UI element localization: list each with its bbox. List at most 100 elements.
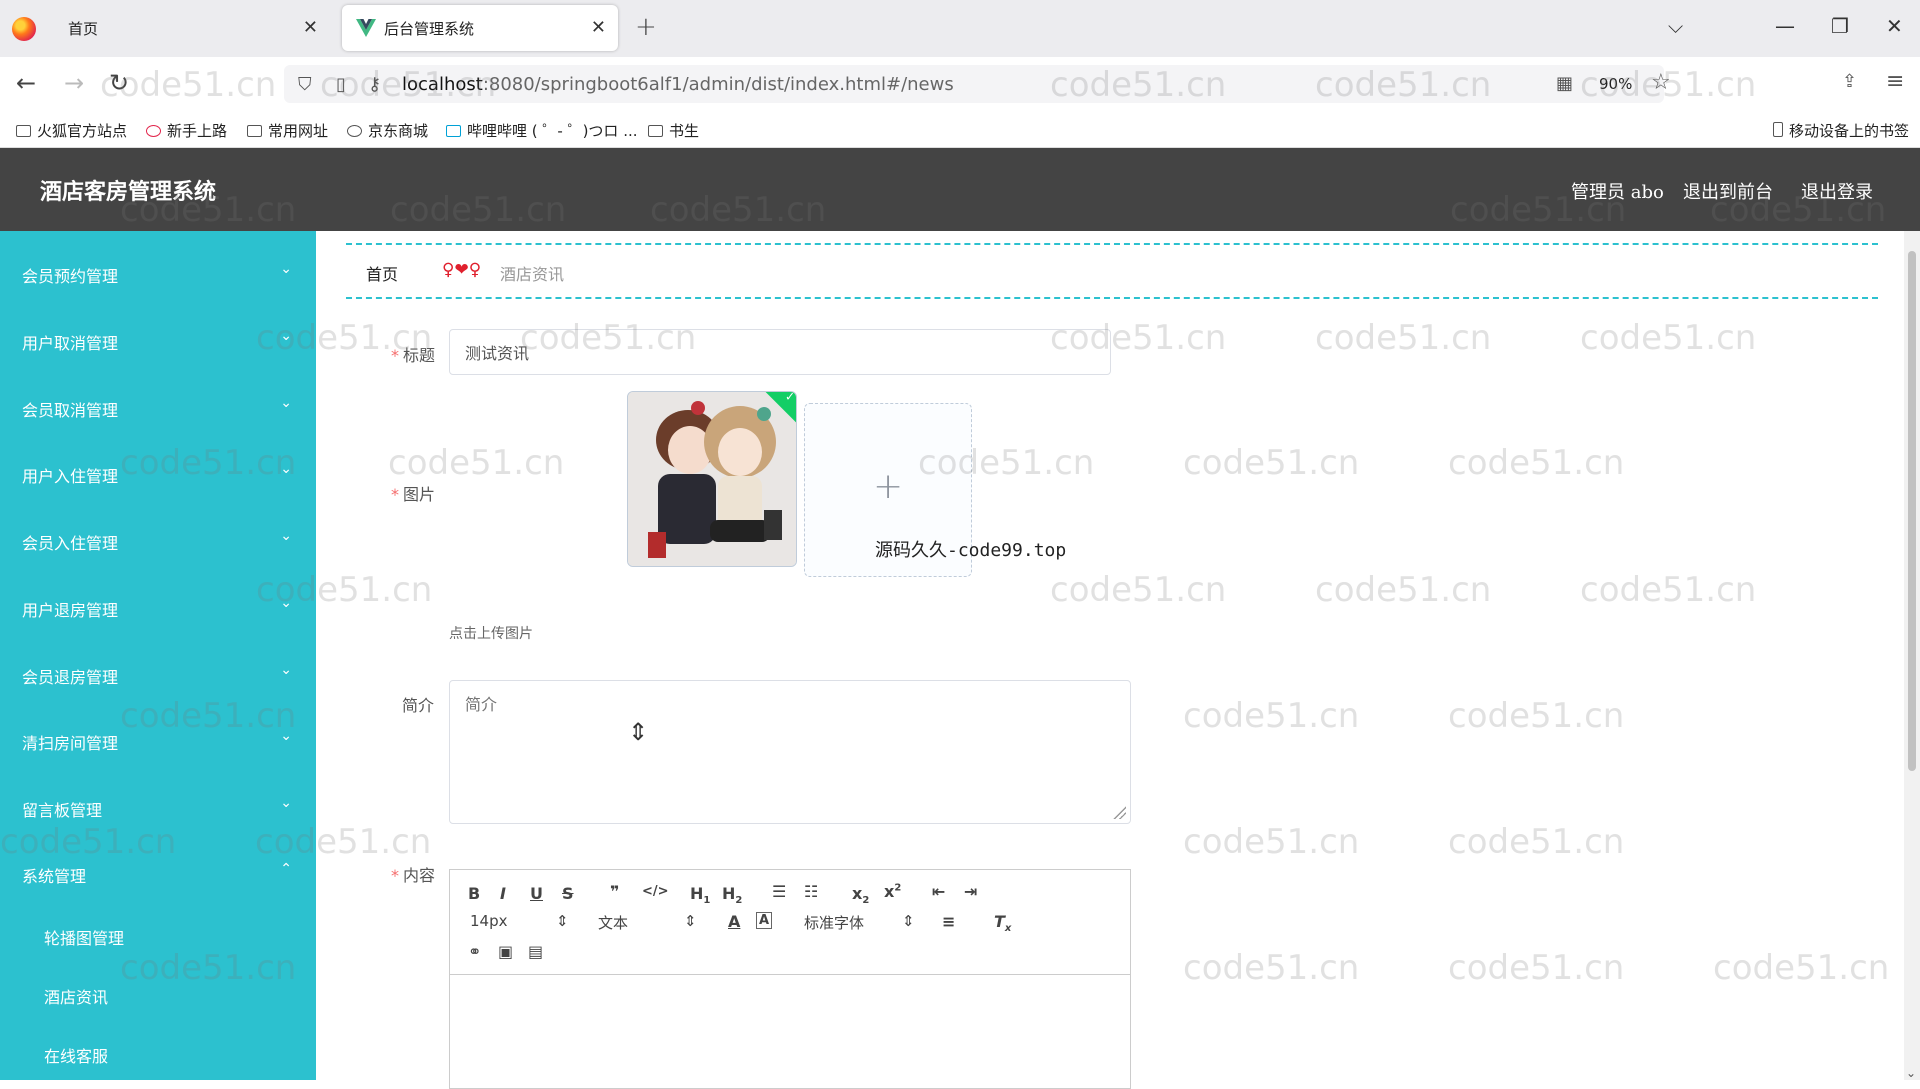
- image-icon[interactable]: ▣: [498, 942, 513, 961]
- sidebar-subitem-news[interactable]: 酒店资讯: [44, 984, 108, 1008]
- vue-icon: [356, 19, 376, 37]
- sidebar-item-member-checkout[interactable]: 会员退房管理 ⌄: [0, 654, 316, 694]
- page-icon[interactable]: ▯: [336, 74, 346, 95]
- qr-code-icon[interactable]: ▦: [1556, 73, 1573, 94]
- bookmark-item[interactable]: 常用网址: [247, 120, 328, 141]
- tab-home[interactable]: 首页 ✕: [52, 5, 330, 51]
- text-color-icon[interactable]: A: [728, 912, 740, 931]
- strike-icon[interactable]: S: [562, 884, 574, 903]
- chevron-down-icon: ⌄: [280, 528, 292, 544]
- mobile-bookmarks[interactable]: 移动设备上的书签: [1773, 120, 1909, 141]
- back-icon[interactable]: ←: [16, 69, 36, 97]
- reload-icon[interactable]: ↻: [109, 69, 129, 97]
- background-color-icon[interactable]: A: [756, 912, 773, 929]
- close-icon[interactable]: ✕: [591, 17, 606, 38]
- clear-format-icon[interactable]: Tx: [994, 912, 1011, 934]
- code-block-icon[interactable]: </>: [642, 884, 669, 899]
- bookmark-star-icon[interactable]: ☆: [1651, 70, 1671, 95]
- subscript-icon[interactable]: x2: [852, 884, 869, 906]
- new-tab-icon[interactable]: +: [635, 12, 657, 42]
- shield-icon[interactable]: ⛉: [298, 74, 312, 95]
- sidebar-item-user-checkout[interactable]: 用户退房管理 ⌄: [0, 587, 316, 627]
- to-front-link[interactable]: 退出到前台: [1683, 178, 1773, 204]
- minimize-icon[interactable]: —: [1775, 14, 1795, 38]
- scrollbar-thumb[interactable]: [1908, 251, 1916, 771]
- uploaded-image-thumbnail[interactable]: ✓: [627, 391, 797, 567]
- tab-label: 后台管理系统: [384, 19, 475, 38]
- sidebar-item-user-cancel[interactable]: 用户取消管理 ⌄: [0, 320, 316, 360]
- bookmarks-bar: 火狐官方站点 新手上路 常用网址 京东商城 哔哩哔哩 ( ゜- ゜)つロ ...…: [0, 111, 1920, 148]
- restore-icon[interactable]: ❐: [1831, 14, 1849, 38]
- chevron-down-icon: ⌄: [280, 395, 292, 411]
- sidebar-item-user-checkin[interactable]: 用户入住管理 ⌄: [0, 453, 316, 493]
- zoom-level[interactable]: 90%: [1599, 75, 1632, 93]
- app-header: 酒店客房管理系统 管理员 abo 退出到前台 退出登录: [0, 148, 1920, 231]
- sidebar-subitem-carousel[interactable]: 轮播图管理: [44, 925, 124, 949]
- chevron-down-icon: ⌄: [280, 261, 292, 277]
- tab-admin[interactable]: 后台管理系统 ✕: [342, 5, 618, 51]
- sidebar-item-member-booking[interactable]: 会员预约管理 ⌄: [0, 253, 316, 293]
- sidebar-item-member-checkin[interactable]: 会员入住管理 ⌄: [0, 520, 316, 560]
- heading2-icon[interactable]: H2: [722, 884, 742, 906]
- main-content: 首页 ♀❤♀ 酒店资讯 *标题 *图片 ✓ + 源码久久-code99.top …: [316, 231, 1920, 1089]
- font-size-select[interactable]: 14px ⇕: [470, 912, 569, 930]
- key-icon[interactable]: ⚷: [368, 74, 381, 95]
- superscript-icon[interactable]: x2: [884, 882, 901, 901]
- firefox-icon[interactable]: [12, 17, 36, 41]
- chevron-up-icon: ⌃: [280, 861, 292, 877]
- window-close-icon[interactable]: ✕: [1886, 14, 1903, 38]
- text-cursor-icon: ⇕: [628, 718, 649, 746]
- close-icon[interactable]: ✕: [303, 17, 318, 38]
- browser-tab-bar: 首页 ✕ 后台管理系统 ✕ + ⌵ — ❐ ✕: [0, 0, 1920, 57]
- logout-link[interactable]: 退出登录: [1801, 178, 1873, 204]
- chevron-down-icon: ⌄: [280, 595, 292, 611]
- chevron-down-icon: ⌄: [280, 328, 292, 344]
- sidebar-item-member-cancel[interactable]: 会员取消管理 ⌄: [0, 387, 316, 427]
- admin-user: 管理员 abo: [1571, 182, 1664, 203]
- textarea-resize-handle[interactable]: [1112, 805, 1126, 819]
- intro-textarea[interactable]: [449, 680, 1131, 824]
- link-icon[interactable]: ⚭: [468, 942, 481, 961]
- editor-content-area[interactable]: [450, 975, 1130, 1089]
- menu-icon[interactable]: ≡: [1886, 69, 1904, 94]
- font-family-select[interactable]: 标准字体 ⇕: [804, 912, 915, 933]
- ordered-list-icon[interactable]: ☰: [772, 882, 786, 901]
- scroll-down-icon[interactable]: ⌄: [1906, 1066, 1916, 1080]
- firefox-icon: [146, 125, 161, 137]
- url-bar[interactable]: ⛉ ▯ ⚷ localhost:8080/springboot6alf1/adm…: [284, 65, 1664, 103]
- blockquote-icon[interactable]: ❞: [610, 882, 619, 901]
- extensions-icon[interactable]: ⇪: [1842, 71, 1857, 92]
- bookmark-item[interactable]: 哔哩哔哩 ( ゜- ゜)つロ ...: [446, 120, 638, 141]
- heading1-icon[interactable]: H1: [690, 884, 710, 906]
- italic-icon[interactable]: I: [500, 884, 506, 903]
- bold-icon[interactable]: B: [468, 884, 480, 903]
- folder-icon: [16, 125, 31, 137]
- url-text[interactable]: localhost:8080/springboot6alf1/admin/dis…: [402, 74, 954, 95]
- header-select[interactable]: 文本 ⇕: [598, 912, 697, 933]
- upload-tip: 点击上传图片: [449, 626, 533, 642]
- bookmark-item[interactable]: 京东商城: [347, 120, 428, 141]
- tab-list-chevron-icon[interactable]: ⌵: [1668, 14, 1683, 38]
- bookmark-item[interactable]: 书生: [648, 120, 699, 141]
- title-input[interactable]: [449, 329, 1111, 375]
- breadcrumb-current: 酒店资讯: [500, 265, 565, 284]
- sidebar-item-system[interactable]: 系统管理 ⌃: [0, 853, 316, 893]
- video-icon[interactable]: ▤: [528, 942, 543, 961]
- breadcrumb-home[interactable]: 首页: [366, 261, 398, 285]
- sidebar-item-cleaning[interactable]: 清扫房间管理 ⌄: [0, 720, 316, 760]
- bullet-list-icon[interactable]: ☷: [804, 882, 818, 901]
- browser-nav-bar: ← → ↻ ⛉ ▯ ⚷ localhost:8080/springboot6al…: [0, 57, 1920, 111]
- bookmark-item[interactable]: 新手上路: [146, 120, 227, 141]
- folder-icon: [247, 125, 262, 137]
- bookmark-item[interactable]: 火狐官方站点: [16, 120, 127, 141]
- chevron-down-icon: ⌄: [280, 728, 292, 744]
- indent-icon[interactable]: ⇥: [964, 882, 977, 901]
- sidebar-subitem-service[interactable]: 在线客服: [44, 1043, 108, 1067]
- page-scrollbar[interactable]: ⌄: [1904, 231, 1920, 1080]
- folder-icon: [648, 125, 663, 137]
- sidebar-item-message-board[interactable]: 留言板管理 ⌄: [0, 787, 316, 827]
- align-icon[interactable]: ≡: [942, 912, 955, 931]
- outdent-icon[interactable]: ⇤: [932, 882, 945, 901]
- underline-icon[interactable]: U: [530, 884, 543, 903]
- forward-icon[interactable]: →: [64, 69, 84, 97]
